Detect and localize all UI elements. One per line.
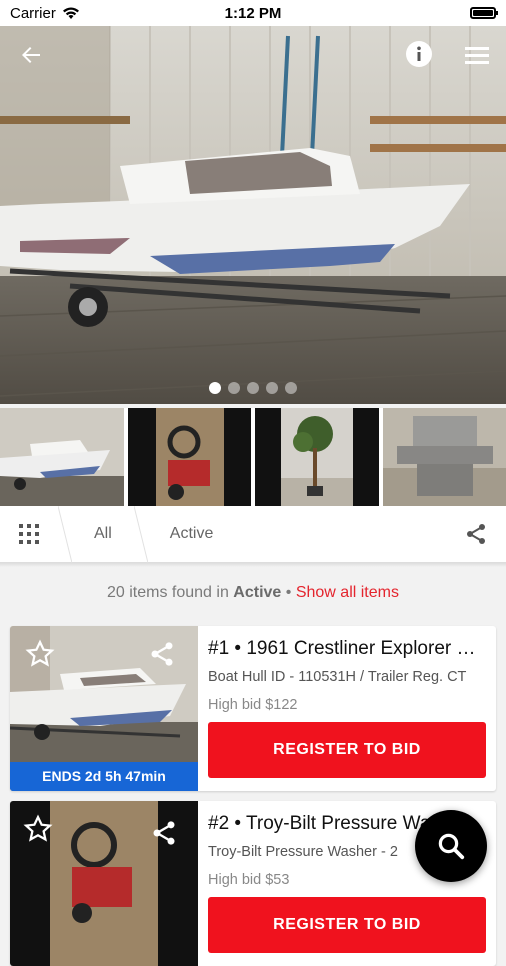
lot-image[interactable] (10, 801, 198, 966)
high-bid: High bid $122 (208, 697, 486, 713)
hero-image[interactable] (0, 26, 506, 404)
results-summary: 20 items found in Active • Show all item… (0, 584, 506, 602)
carousel-indicator (0, 382, 506, 394)
thumbnail-plant[interactable] (255, 408, 379, 506)
star-icon (23, 814, 53, 844)
share-lot-button[interactable] (146, 638, 178, 670)
hero-toolbar (0, 26, 506, 86)
status-bar: Carrier 1:12 PM (0, 0, 506, 26)
wifi-icon (62, 6, 80, 20)
results-separator: • (281, 584, 296, 601)
star-icon (25, 639, 55, 669)
carousel-dot[interactable] (266, 382, 278, 394)
carousel-dot[interactable] (228, 382, 240, 394)
tab-divider (58, 506, 72, 563)
arrow-left-icon (19, 43, 43, 67)
thumbnail-boat[interactable] (0, 408, 124, 506)
search-button[interactable] (415, 810, 487, 882)
back-button[interactable] (14, 38, 48, 72)
battery-icon (470, 7, 496, 19)
grid-icon (19, 524, 39, 544)
lot-image[interactable]: ENDS 2d 5h 47min (10, 626, 198, 791)
menu-button[interactable] (460, 38, 494, 72)
thumbnail-strip (0, 408, 506, 506)
register-to-bid-button[interactable]: REGISTER TO BID (208, 722, 486, 778)
share-icon (464, 522, 488, 546)
carousel-dot[interactable] (209, 382, 221, 394)
grid-view-button[interactable] (0, 506, 58, 563)
lot-card[interactable]: ENDS 2d 5h 47min #1 • 1961 Crestliner Ex… (10, 626, 496, 791)
show-all-items-link[interactable]: Show all items (296, 584, 399, 601)
register-to-bid-button[interactable]: REGISTER TO BID (208, 897, 486, 953)
lot-title[interactable]: #1 • 1961 Crestliner Explorer Cabin Crui… (208, 638, 486, 660)
results-filter: Active (233, 584, 281, 601)
carousel-dot[interactable] (247, 382, 259, 394)
tab-all[interactable]: All (72, 506, 134, 563)
share-lot-button[interactable] (148, 817, 180, 849)
share-icon (150, 819, 178, 847)
info-icon (405, 40, 433, 68)
share-button[interactable] (446, 506, 506, 563)
lot-subtitle: Boat Hull ID - 110531H / Trailer Reg. CT (208, 669, 486, 685)
info-button[interactable] (403, 38, 435, 70)
share-icon (148, 640, 176, 668)
tab-shadow (0, 563, 506, 567)
filter-tab-bar: All Active (0, 506, 506, 563)
thumbnail-grill[interactable] (383, 408, 506, 506)
ends-timer: ENDS 2d 5h 47min (10, 762, 198, 791)
thumbnail-pressure-washer[interactable] (128, 408, 252, 506)
battery-level (473, 10, 493, 16)
carousel-dot[interactable] (285, 382, 297, 394)
watch-button[interactable] (22, 813, 54, 845)
tab-active[interactable]: Active (148, 506, 236, 563)
tab-divider (134, 506, 148, 563)
search-icon (436, 831, 466, 861)
watch-button[interactable] (24, 638, 56, 670)
lot-details: #1 • 1961 Crestliner Explorer Cabin Crui… (208, 626, 486, 778)
results-count: 20 items found in (107, 584, 233, 601)
hamburger-menu-icon (465, 45, 489, 65)
carrier-label: Carrier (10, 5, 56, 22)
